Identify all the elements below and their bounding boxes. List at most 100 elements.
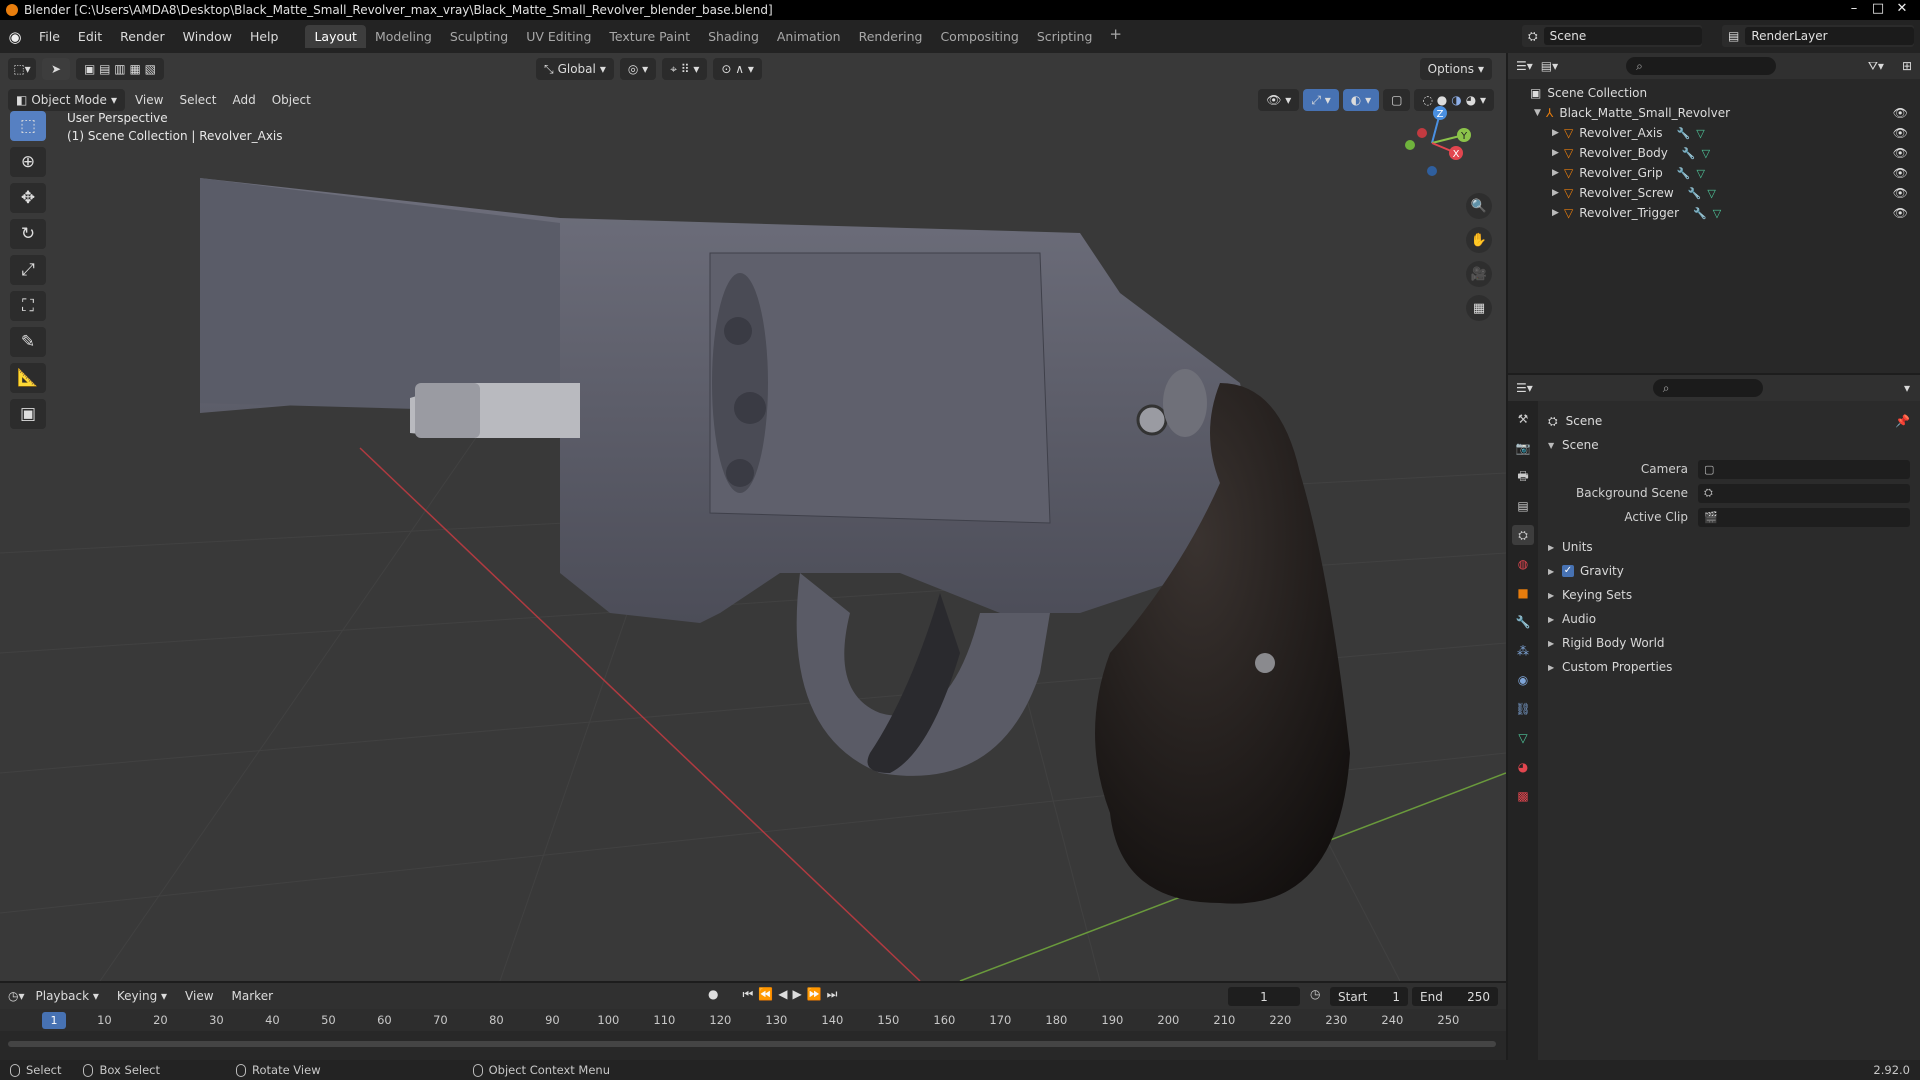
scene-panel-header[interactable]: ▼ Scene bbox=[1548, 433, 1910, 457]
prev-keyframe-icon[interactable]: ⏪ bbox=[758, 987, 773, 1002]
scene-icon[interactable]: ⛭ bbox=[1512, 525, 1534, 545]
particles-icon[interactable]: ⁂ bbox=[1512, 641, 1534, 661]
pan-hand-icon[interactable]: ✋ bbox=[1466, 227, 1492, 253]
scale-icon[interactable]: ⤢ bbox=[10, 255, 46, 285]
proportional-edit-toggle[interactable]: ⊙ ∧ ▾ bbox=[713, 58, 762, 80]
outliner-row-revolver-trigger[interactable]: ▶ ▽ Revolver_Trigger 🔧 ▽ 👁 bbox=[1508, 203, 1920, 223]
units-panel-header[interactable]: ▶ Units bbox=[1548, 535, 1910, 559]
selection-modes[interactable]: ▣ ▤ ▥ ▦ ▧ bbox=[76, 58, 164, 80]
overlay-toggle[interactable]: ◐ ▾ bbox=[1342, 89, 1380, 111]
record-icon[interactable]: ● bbox=[708, 987, 718, 1002]
cursor-icon[interactable]: ⊕ bbox=[10, 147, 46, 177]
tab-texture-paint[interactable]: Texture Paint bbox=[600, 25, 699, 48]
output-icon[interactable]: 🖶 bbox=[1512, 467, 1534, 487]
add-workspace-button[interactable]: + bbox=[1101, 25, 1130, 48]
texture-icon[interactable]: ▩ bbox=[1512, 786, 1534, 806]
3d-viewport[interactable]: ⬚▾ ➤ ▣ ▤ ▥ ▦ ▧ ⤡ Global ▾ ◎ ▾ ⌖ ⠿ ▾ ⊙ ∧ ▾… bbox=[0, 53, 1506, 981]
viewport-menu-object[interactable]: Object bbox=[266, 93, 317, 107]
menu-edit[interactable]: Edit bbox=[69, 29, 111, 44]
current-frame-field[interactable]: 1 bbox=[1228, 987, 1300, 1006]
editor-type-icon[interactable]: ⬚▾ bbox=[8, 58, 36, 80]
tab-uv-editing[interactable]: UV Editing bbox=[517, 25, 600, 48]
background-scene-field[interactable]: ⛭ bbox=[1698, 483, 1910, 503]
object-mode-dropdown[interactable]: ◧ Object Mode ▾ bbox=[8, 89, 125, 111]
visibility-eye-icon[interactable]: 👁 bbox=[1893, 166, 1908, 180]
viewport-menu-add[interactable]: Add bbox=[226, 93, 261, 107]
zoom-icon[interactable]: 🔍 bbox=[1466, 193, 1492, 219]
mesh-data-icon[interactable]: ▽ bbox=[1696, 127, 1704, 140]
timeline-menu-playback[interactable]: Playback ▾ bbox=[29, 989, 106, 1003]
next-keyframe-icon[interactable]: ⏩ bbox=[807, 987, 822, 1002]
visibility-eye-icon[interactable]: 👁 bbox=[1893, 186, 1908, 200]
camera-field[interactable]: ▢ bbox=[1698, 459, 1910, 479]
jump-start-icon[interactable]: ⏮ bbox=[742, 987, 753, 1002]
properties-editor-icon[interactable]: ☰▾ bbox=[1516, 381, 1533, 395]
visibility-dropdown[interactable]: 👁 ▾ bbox=[1258, 89, 1300, 111]
mesh-data-icon[interactable]: ▽ bbox=[1707, 187, 1715, 200]
annotate-icon[interactable]: ✎ bbox=[10, 327, 46, 357]
expand-arrow-icon[interactable]: ▶ bbox=[1552, 128, 1564, 138]
visibility-eye-icon[interactable]: 👁 bbox=[1893, 106, 1908, 120]
scene-selector[interactable]: ⛭ Scene bbox=[1522, 25, 1702, 47]
navigation-gizmo[interactable]: Z Y X bbox=[1392, 103, 1472, 183]
gizmo-toggle[interactable]: ⤢ ▾ bbox=[1303, 89, 1339, 111]
filter-icon[interactable]: ⛛▾ bbox=[1868, 59, 1884, 74]
timeline-track[interactable] bbox=[0, 1031, 1506, 1060]
viewport-menu-view[interactable]: View bbox=[129, 93, 169, 107]
rigid-body-world-panel-header[interactable]: ▶ Rigid Body World bbox=[1548, 631, 1910, 655]
world-icon[interactable]: ◍ bbox=[1512, 554, 1534, 574]
expand-arrow-icon[interactable]: ▶ bbox=[1552, 188, 1564, 198]
options-dropdown[interactable]: Options ▾ bbox=[1419, 58, 1492, 80]
modifier-wrench-icon[interactable]: 🔧 bbox=[1682, 147, 1696, 160]
outliner-row-revolver-grip[interactable]: ▶ ▽ Revolver_Grip 🔧 ▽ 👁 bbox=[1508, 163, 1920, 183]
select-box-icon[interactable]: ⬚ bbox=[10, 111, 46, 141]
blender-menu-icon[interactable]: ◉ bbox=[0, 28, 30, 46]
render-layer-selector[interactable]: ▤ RenderLayer bbox=[1722, 25, 1914, 47]
material-icon[interactable]: ◕ bbox=[1512, 757, 1534, 777]
render-icon[interactable]: 📷 bbox=[1512, 438, 1534, 458]
tool-icon[interactable]: ⚒ bbox=[1512, 409, 1534, 429]
tab-scripting[interactable]: Scripting bbox=[1028, 25, 1102, 48]
tab-shading[interactable]: Shading bbox=[699, 25, 768, 48]
move-icon[interactable]: ✥ bbox=[10, 183, 46, 213]
jump-end-icon[interactable]: ⏭ bbox=[827, 987, 838, 1002]
stopwatch-icon[interactable]: ◷ bbox=[1310, 987, 1320, 1001]
maximize-button[interactable]: □ bbox=[1866, 0, 1890, 20]
expand-arrow-icon[interactable]: ▶ bbox=[1552, 148, 1564, 158]
timeline-menu-view[interactable]: View bbox=[178, 989, 220, 1003]
tab-sculpting[interactable]: Sculpting bbox=[441, 25, 517, 48]
camera-view-icon[interactable]: 🎥 bbox=[1466, 261, 1492, 287]
tab-rendering[interactable]: Rendering bbox=[850, 25, 932, 48]
rotate-icon[interactable]: ↻ bbox=[10, 219, 46, 249]
minimize-button[interactable]: – bbox=[1842, 0, 1866, 20]
menu-window[interactable]: Window bbox=[174, 29, 241, 44]
pivot-dropdown[interactable]: ◎ ▾ bbox=[619, 58, 657, 80]
modifier-icon[interactable]: 🔧 bbox=[1512, 612, 1534, 632]
gravity-checkbox[interactable]: ✓ bbox=[1562, 565, 1574, 577]
expand-arrow-icon[interactable]: ▶ bbox=[1552, 168, 1564, 178]
mesh-data-icon[interactable]: ▽ bbox=[1713, 207, 1721, 220]
outliner-editor-icon[interactable]: ☰▾ bbox=[1516, 59, 1533, 73]
properties-options-icon[interactable]: ▾ bbox=[1904, 381, 1910, 395]
visibility-eye-icon[interactable]: 👁 bbox=[1893, 146, 1908, 160]
snap-toggle[interactable]: ⌖ ⠿ ▾ bbox=[662, 58, 708, 80]
tab-layout[interactable]: Layout bbox=[305, 25, 366, 48]
tab-modeling[interactable]: Modeling bbox=[366, 25, 441, 48]
active-clip-field[interactable]: 🎬 bbox=[1698, 507, 1910, 527]
timeline-editor-icon[interactable]: ◷▾ bbox=[8, 989, 25, 1003]
timeline-menu-keying[interactable]: Keying ▾ bbox=[110, 989, 174, 1003]
modifier-wrench-icon[interactable]: 🔧 bbox=[1693, 207, 1707, 220]
new-collection-icon[interactable]: ⊞ bbox=[1902, 59, 1912, 73]
display-mode-icon[interactable]: ▤▾ bbox=[1541, 59, 1558, 73]
gravity-panel-header[interactable]: ▶ ✓ Gravity bbox=[1548, 559, 1910, 583]
modifier-wrench-icon[interactable]: 🔧 bbox=[1688, 187, 1702, 200]
modifier-wrench-icon[interactable]: 🔧 bbox=[1677, 127, 1691, 140]
ortho-grid-icon[interactable]: ▦ bbox=[1466, 295, 1492, 321]
tab-animation[interactable]: Animation bbox=[768, 25, 850, 48]
start-frame-field[interactable]: Start 1 bbox=[1330, 987, 1408, 1006]
close-button[interactable]: ✕ bbox=[1890, 0, 1914, 20]
add-cube-icon[interactable]: ▣ bbox=[10, 399, 46, 429]
timeline-scrollbar[interactable] bbox=[8, 1041, 1496, 1047]
menu-file[interactable]: File bbox=[30, 29, 69, 44]
render-layer-field[interactable]: RenderLayer bbox=[1745, 27, 1914, 45]
